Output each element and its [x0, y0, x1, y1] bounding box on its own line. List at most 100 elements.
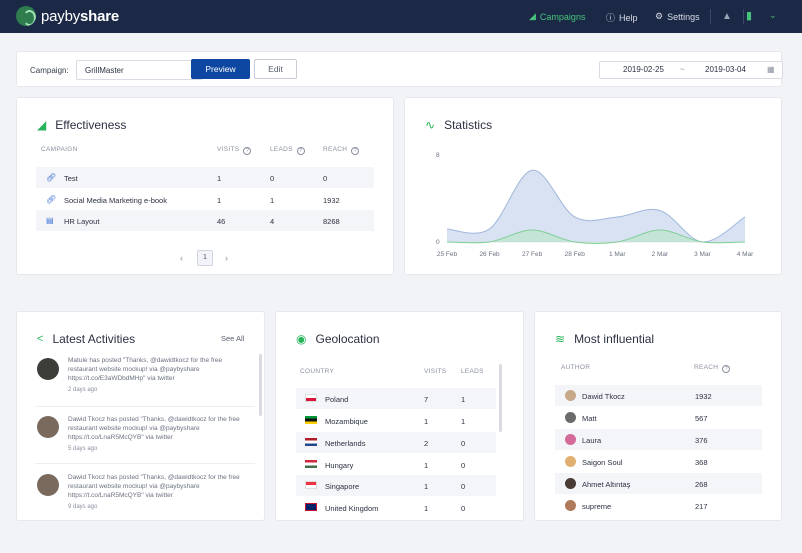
effectiveness-card: ◢ Effectiveness CAMPAIGN VISITS? LEADS? R…: [16, 97, 394, 275]
brand-name: paybyshare: [41, 7, 120, 25]
avatar: [37, 416, 59, 438]
question-circle-icon: ⓘ: [606, 13, 616, 23]
megaphone-icon: ◢: [37, 118, 47, 132]
divider: [35, 463, 255, 464]
column-header-reach: REACH?: [694, 364, 731, 373]
table-row[interactable]: Saigon Soul 368: [555, 451, 762, 472]
globe-icon: ◉: [296, 332, 307, 346]
avatar: [565, 390, 576, 401]
x-tick-label: 1 Mar: [609, 251, 626, 258]
flag-icon: [305, 503, 317, 511]
nav-settings[interactable]: ⚙ Settings: [655, 11, 700, 22]
campaign-label: Campaign:: [30, 66, 69, 75]
x-tick-label: 4 Mar: [737, 251, 754, 258]
chevron-down-icon[interactable]: ⌄: [769, 10, 777, 21]
table-row[interactable]: ▤ HR Layout 46 4 8268: [36, 210, 374, 231]
nav-help[interactable]: ⓘ Help: [606, 11, 638, 24]
y-tick-label: 8: [436, 152, 440, 159]
wifi-icon: ≋: [555, 332, 566, 346]
brand-logo[interactable]: paybyshare: [16, 6, 119, 26]
prev-page-button[interactable]: ‹: [180, 253, 183, 263]
scrollbar[interactable]: [499, 364, 502, 432]
column-header-author: AUTHOR: [561, 364, 591, 371]
influential-card: ≋ Most influential AUTHOR REACH? Dawid Tk…: [534, 311, 782, 521]
statistics-card: ∿ Statistics 8 0 25 Feb 26 Feb 27 Feb 28 Feb 1 …: [404, 97, 782, 275]
gear-icon: ⚙: [655, 11, 664, 21]
top-navbar: paybyshare ◢ Campaigns ⓘ Help ⚙ Settings ▲ …: [0, 0, 802, 33]
table-row[interactable]: Hungary 1 0: [296, 454, 496, 475]
flag-icon: [305, 460, 317, 468]
table-row[interactable]: United Kingdom 1 0: [296, 497, 496, 518]
avatar: [565, 434, 576, 445]
geolocation-card: ◉ Geolocation COUNTRY VISITS LEADS Poland…: [275, 311, 524, 521]
geolocation-title: ◉ Geolocation: [296, 332, 380, 346]
date-from[interactable]: 2019-02-25: [623, 62, 664, 78]
page-number-button[interactable]: 1: [197, 250, 213, 266]
avatar: [37, 358, 59, 380]
bell-icon[interactable]: ▲: [722, 11, 732, 22]
avatar: [565, 456, 576, 467]
activity-item[interactable]: Matule has posted "Thanks, @dawidtkocz f…: [68, 356, 248, 395]
column-header-visits: VISITS?: [217, 146, 252, 155]
x-tick-label: 27 Feb: [522, 251, 543, 258]
table-row[interactable]: 🔗︎ Social Media Marketing e-book 1 1 193…: [36, 189, 374, 210]
table-row[interactable]: 🔗︎ Test 1 0 0: [36, 167, 374, 188]
table-row[interactable]: Mozambique 1 1: [296, 410, 496, 431]
document-icon: ▤: [46, 216, 54, 225]
influential-title: ≋ Most influential: [555, 332, 655, 346]
preview-button[interactable]: Preview: [191, 59, 250, 79]
date-separator: ~: [680, 65, 685, 74]
flag-icon: [305, 481, 317, 489]
date-range-picker[interactable]: 2019-02-25 ~ 2019-03-04 ▦: [599, 61, 783, 79]
activity-item[interactable]: Dawid Tkocz has posted "Thanks, @dawidtk…: [68, 415, 248, 454]
table-row[interactable]: supreme 217: [555, 495, 762, 516]
share-icon: <: [37, 333, 44, 345]
nav-divider: [710, 9, 711, 24]
column-header-visits: VISITS: [424, 368, 447, 375]
table-row[interactable]: Dawid Tkocz 1932: [555, 385, 762, 406]
help-icon[interactable]: ?: [296, 147, 305, 155]
activities-card: < Latest Activities See All Matule has po…: [16, 311, 265, 521]
help-icon[interactable]: ?: [722, 365, 731, 373]
logo-icon: [16, 6, 36, 26]
table-row[interactable]: Netherlands 2 0: [296, 432, 496, 453]
flag-icon: [305, 394, 317, 402]
help-icon[interactable]: ?: [351, 147, 360, 155]
calendar-icon[interactable]: ▦: [767, 62, 775, 78]
x-tick-label: 2 Mar: [652, 251, 669, 258]
nav-campaigns[interactable]: ◢ Campaigns: [529, 11, 585, 22]
effectiveness-title: ◢ Effectiveness: [37, 118, 127, 132]
see-all-link[interactable]: See All: [221, 334, 244, 343]
y-tick-label: 0: [436, 239, 440, 246]
x-tick-label: 28 Feb: [565, 251, 586, 258]
activities-title: < Latest Activities: [37, 332, 136, 346]
x-tick-label: 26 Feb: [479, 251, 500, 258]
date-to[interactable]: 2019-03-04: [705, 62, 746, 78]
column-header-campaign: CAMPAIGN: [41, 146, 78, 153]
link-icon: 🔗︎: [46, 195, 57, 204]
column-header-reach: REACH?: [323, 146, 360, 155]
table-row[interactable]: Singapore 1 0: [296, 475, 496, 496]
table-row[interactable]: Poland 7 1: [296, 388, 496, 409]
table-row[interactable]: Ahmet Altıntaş 268: [555, 473, 762, 494]
column-header-country: COUNTRY: [300, 368, 335, 375]
avatar: [565, 478, 576, 489]
nav-divider: [743, 9, 744, 24]
megaphone-icon: ◢: [529, 11, 536, 21]
avatar: [565, 500, 576, 511]
table-row[interactable]: Laura 376: [555, 429, 762, 450]
table-row[interactable]: Matt 567: [555, 407, 762, 428]
help-icon[interactable]: ?: [243, 147, 252, 155]
link-icon: 🔗︎: [46, 173, 57, 182]
scrollbar[interactable]: [259, 354, 262, 416]
campaign-toolbar: Campaign: GrillMaster ⌄ Preview Edit 201…: [16, 51, 783, 87]
campaign-select[interactable]: GrillMaster ⌄: [76, 60, 203, 80]
avatar: [565, 412, 576, 423]
avatar: [37, 474, 59, 496]
user-status-icon: ▮: [746, 10, 753, 22]
x-tick-label: 25 Feb: [437, 251, 458, 258]
next-page-button[interactable]: ›: [225, 253, 228, 263]
activity-item[interactable]: Dawid Tkocz has posted "Thanks, @dawidtk…: [68, 473, 248, 512]
edit-button[interactable]: Edit: [254, 59, 297, 79]
column-header-leads: LEADS?: [270, 146, 305, 155]
